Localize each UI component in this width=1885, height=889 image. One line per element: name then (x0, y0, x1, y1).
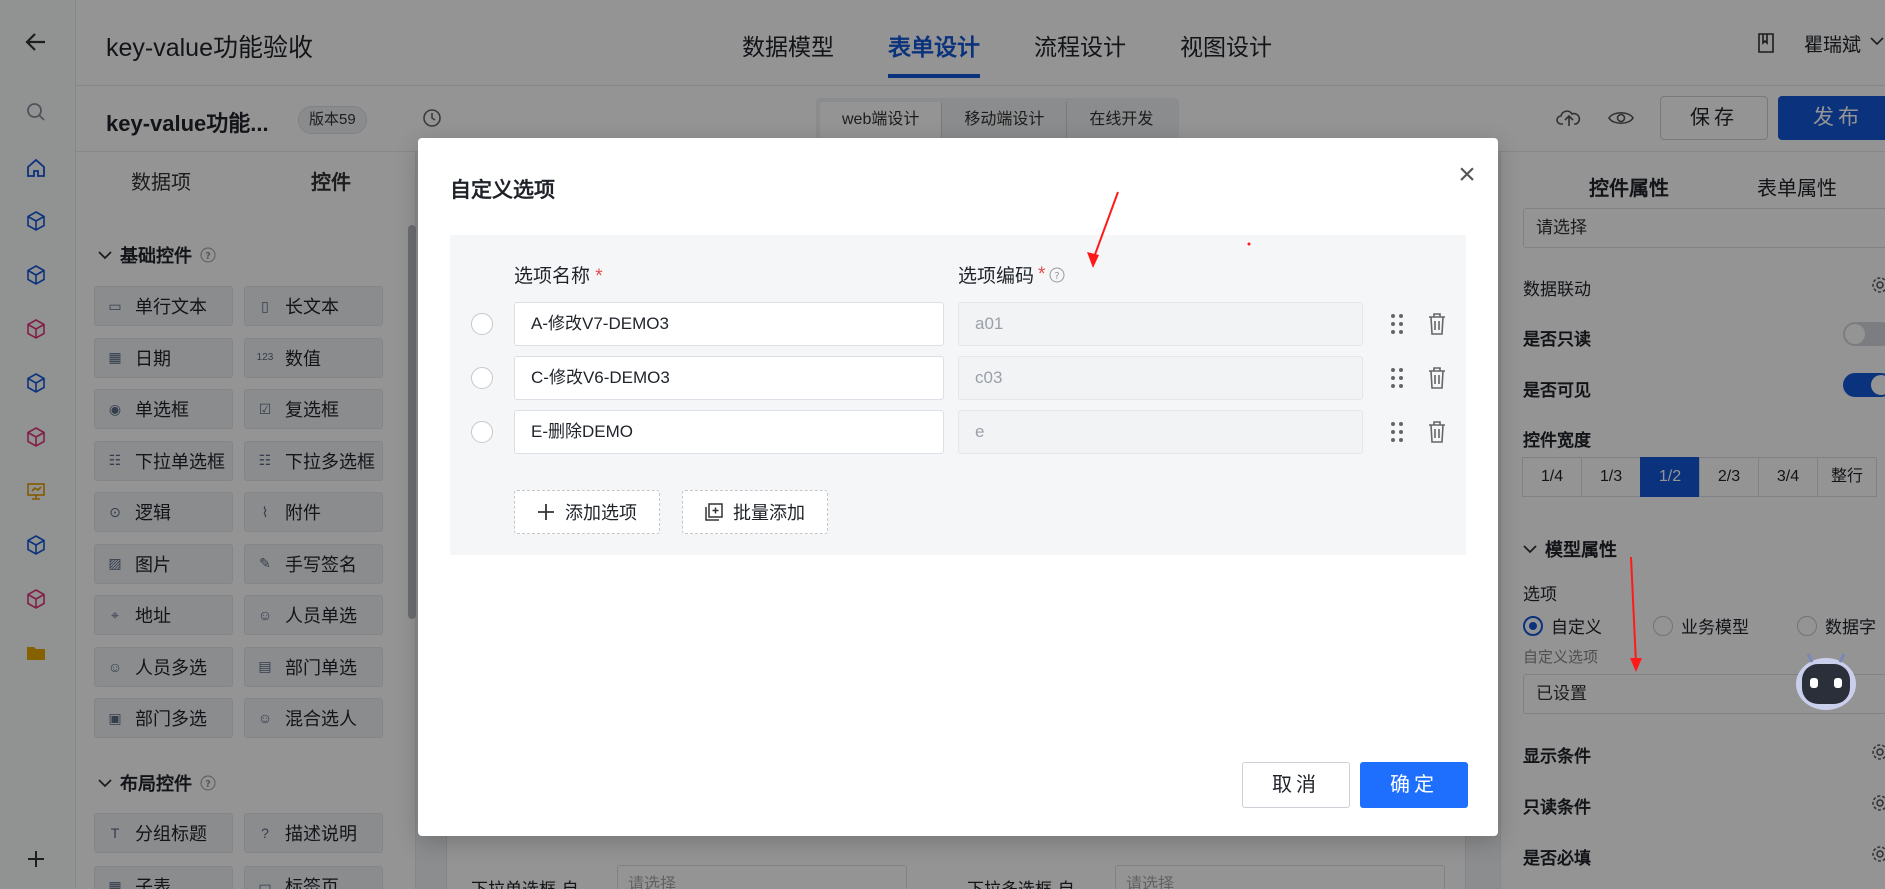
annotation-arrow-line (1092, 191, 1119, 261)
annotation-arrow-line (1630, 556, 1637, 665)
annotation-arrows (1087, 191, 1642, 672)
annotation-dot (1247, 242, 1251, 246)
annotation-arrowhead (1630, 658, 1642, 672)
annotation-arrowhead (1087, 252, 1099, 268)
